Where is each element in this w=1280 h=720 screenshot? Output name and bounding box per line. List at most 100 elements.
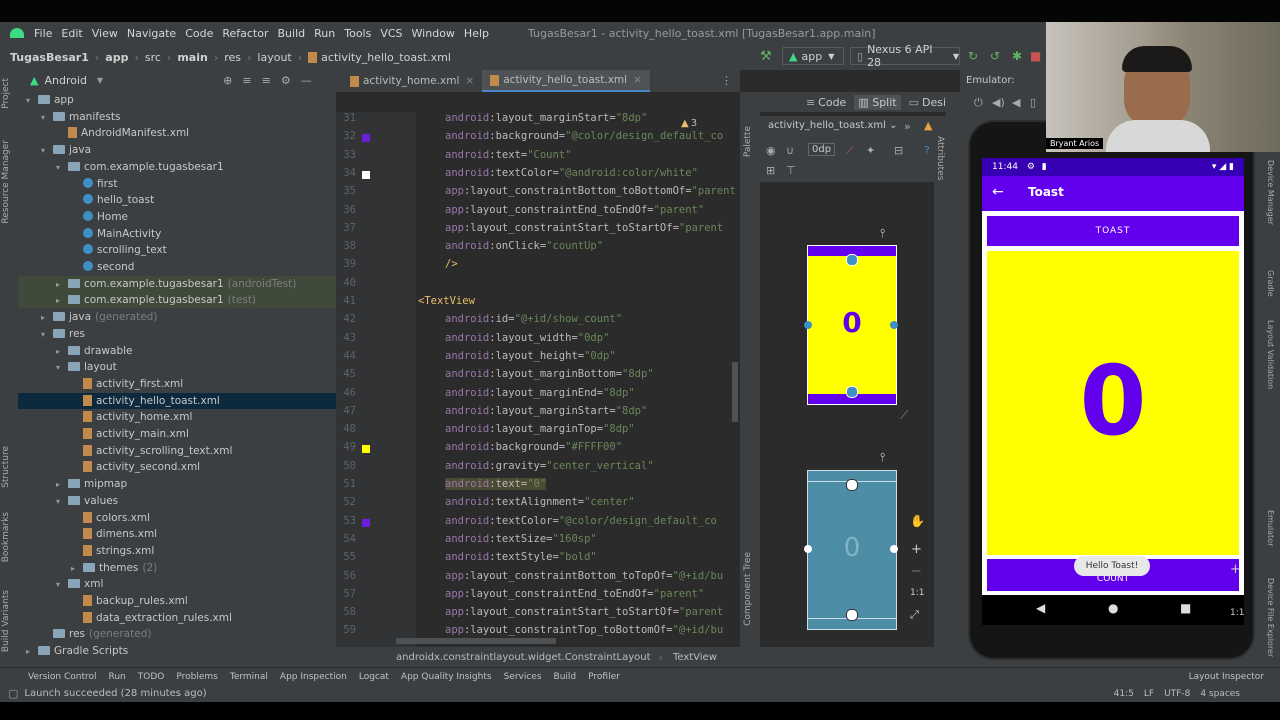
tree-item[interactable]: ▾ com.example.tugasbesar1 (18, 159, 336, 175)
tool-todo[interactable]: TODO (138, 672, 165, 682)
tool-app-inspection[interactable]: App Inspection (280, 672, 347, 682)
eye-icon[interactable]: ◉ (766, 144, 776, 157)
chevron-down-icon[interactable]: ▼ (97, 76, 103, 85)
tool-terminal[interactable]: Terminal (230, 672, 268, 682)
chevron-right-icon[interactable]: ▸ (71, 561, 83, 577)
back-arrow-icon[interactable]: ← (992, 184, 1004, 200)
design-preview[interactable]: 0 (804, 245, 898, 405)
pan-hand-icon[interactable]: ✋ (910, 514, 925, 528)
tab-activity-hello-toast[interactable]: activity_hello_toast.xml × (482, 70, 650, 92)
chevron-right-icon[interactable]: ▸ (56, 477, 68, 493)
zoom-fit-icon[interactable]: ⤢ (910, 608, 919, 622)
stop-icon[interactable]: ■ (1030, 49, 1041, 63)
tool-tab-build-variants[interactable]: Build Variants (1, 590, 11, 652)
pin-icon[interactable]: ⫯ (880, 450, 885, 465)
code-editor[interactable]: 31 android:layout_marginStart="8dp" 32 andr… (336, 112, 740, 647)
clear-constraints-icon[interactable]: ⟋ (846, 144, 854, 158)
menu-window[interactable]: Window (412, 27, 455, 40)
default-margin-field[interactable]: 0dp (808, 143, 836, 156)
tree-item[interactable]: AndroidManifest.xml (18, 125, 336, 141)
chevron-right-icon[interactable]: ▸ (41, 310, 53, 326)
tree-item[interactable]: ▾ layout (18, 359, 336, 375)
menu-edit[interactable]: Edit (61, 27, 82, 40)
chevron-right-icon[interactable]: ▸ (56, 277, 68, 293)
breadcrumb-main[interactable]: main (177, 51, 208, 64)
tree-item[interactable]: ▾ app (18, 92, 336, 108)
tree-item[interactable]: hello_toast (18, 192, 336, 208)
chevron-down-icon[interactable]: ▾ (56, 360, 68, 376)
tree-item[interactable]: strings.xml (18, 543, 336, 559)
pin-icon[interactable]: ⫯ (880, 226, 885, 241)
line-separator[interactable]: LF (1144, 689, 1154, 699)
rotate-icon[interactable]: ▯ (1030, 96, 1036, 109)
component-tree-tab[interactable]: Component Tree (743, 552, 753, 626)
minimize-icon[interactable]: — (301, 74, 312, 87)
editor-scrollbar[interactable] (732, 362, 738, 422)
volume-up-icon[interactable]: ◀) (992, 96, 1005, 109)
menu-build[interactable]: Build (278, 27, 306, 40)
menu-tools[interactable]: Tools (344, 27, 371, 40)
tree-item[interactable]: ▸ Gradle Scripts (18, 643, 336, 659)
close-icon[interactable]: × (465, 70, 474, 92)
expand-icon[interactable]: » (904, 120, 911, 133)
blueprint-preview[interactable]: 0 (804, 470, 898, 630)
tool-tab-layout-validation[interactable]: Layout Validation (1266, 320, 1275, 389)
crumb-constraint-layout[interactable]: androidx.constraintlayout.widget.Constra… (396, 652, 651, 663)
tree-item[interactable]: activity_first.xml (18, 376, 336, 392)
zoom-reset-button[interactable]: 1:1 (910, 588, 924, 598)
emulator-zoom-in-icon[interactable]: + (1230, 562, 1241, 577)
tree-item[interactable]: ▸ mipmap (18, 476, 336, 492)
breadcrumb-file[interactable]: activity_hello_toast.xml (321, 51, 451, 64)
file-encoding[interactable]: UTF-8 (1164, 689, 1190, 699)
tool-app-quality-insights[interactable]: App Quality Insights (401, 672, 492, 682)
breadcrumb-src[interactable]: src (145, 51, 161, 64)
color-swatch-icon[interactable] (362, 134, 370, 143)
tree-item[interactable]: ▸ drawable (18, 343, 336, 359)
menu-file[interactable]: File (34, 27, 52, 40)
tree-item[interactable]: ▸ themes (2) (18, 560, 336, 576)
crumb-textview[interactable]: TextView (673, 652, 717, 663)
code-mode-button[interactable]: Code (818, 96, 846, 109)
menu-navigate[interactable]: Navigate (127, 27, 176, 40)
tree-item[interactable]: scrolling_text (18, 242, 336, 258)
menu-help[interactable]: Help (464, 27, 489, 40)
tree-item[interactable]: backup_rules.xml (18, 593, 336, 609)
breadcrumb-project[interactable]: TugasBesar1 (10, 51, 89, 64)
help-icon[interactable]: ? (924, 144, 930, 157)
collapse-all-icon[interactable]: ≡ (262, 74, 271, 87)
constraint-handle-right[interactable] (890, 321, 898, 329)
align-icon[interactable]: ⊞ (766, 164, 775, 177)
close-icon[interactable]: × (633, 69, 642, 91)
breadcrumb-layout[interactable]: layout (257, 51, 291, 64)
phone-screen[interactable]: 11:44 ⚙ ▮ ▾ ◢ ▮ ← Toast TOAST 0 COUNT He… (982, 158, 1244, 595)
tree-item[interactable]: ▾ values (18, 493, 336, 509)
constraint-handle-left[interactable] (804, 321, 812, 329)
tree-item[interactable]: ▸ com.example.tugasbesar1 (androidTest) (18, 275, 336, 293)
tool-services[interactable]: Services (504, 672, 542, 682)
locate-icon[interactable]: ⊕ (223, 74, 232, 87)
volume-down-icon[interactable]: ◀ (1012, 96, 1020, 109)
chevron-down-icon[interactable]: ▾ (41, 143, 53, 159)
tool-problems[interactable]: Problems (176, 672, 217, 682)
tool-tab-gradle[interactable]: Gradle (1266, 270, 1275, 297)
color-swatch-icon[interactable] (362, 518, 370, 527)
chevron-down-icon[interactable]: ▾ (56, 577, 68, 593)
blueprint-handle-top[interactable] (846, 479, 858, 491)
tool-build[interactable]: Build (554, 672, 577, 682)
menu-code[interactable]: Code (185, 27, 213, 40)
chevron-down-icon[interactable]: ▾ (41, 110, 53, 126)
tool-profiler[interactable]: Profiler (588, 672, 620, 682)
nav-home-icon[interactable]: ● (1108, 601, 1118, 615)
toast-button[interactable]: TOAST (987, 216, 1239, 246)
zoom-out-icon[interactable]: − (911, 564, 922, 579)
menu-view[interactable]: View (92, 27, 118, 40)
tool-tab-structure[interactable]: Structure (1, 446, 11, 488)
power-icon[interactable]: ⏻ (974, 96, 983, 110)
project-view-mode[interactable]: Android (44, 74, 87, 87)
tool-tab-resource-manager[interactable]: Resource Manager (1, 140, 11, 224)
infer-constraints-icon[interactable]: ✦ (866, 144, 875, 157)
debug-icon[interactable]: ✱ (1012, 49, 1022, 63)
blueprint-handle-bottom[interactable] (846, 609, 858, 621)
tool-tab-bookmarks[interactable]: Bookmarks (1, 512, 11, 562)
tool-tab-project[interactable]: Project (1, 78, 11, 109)
